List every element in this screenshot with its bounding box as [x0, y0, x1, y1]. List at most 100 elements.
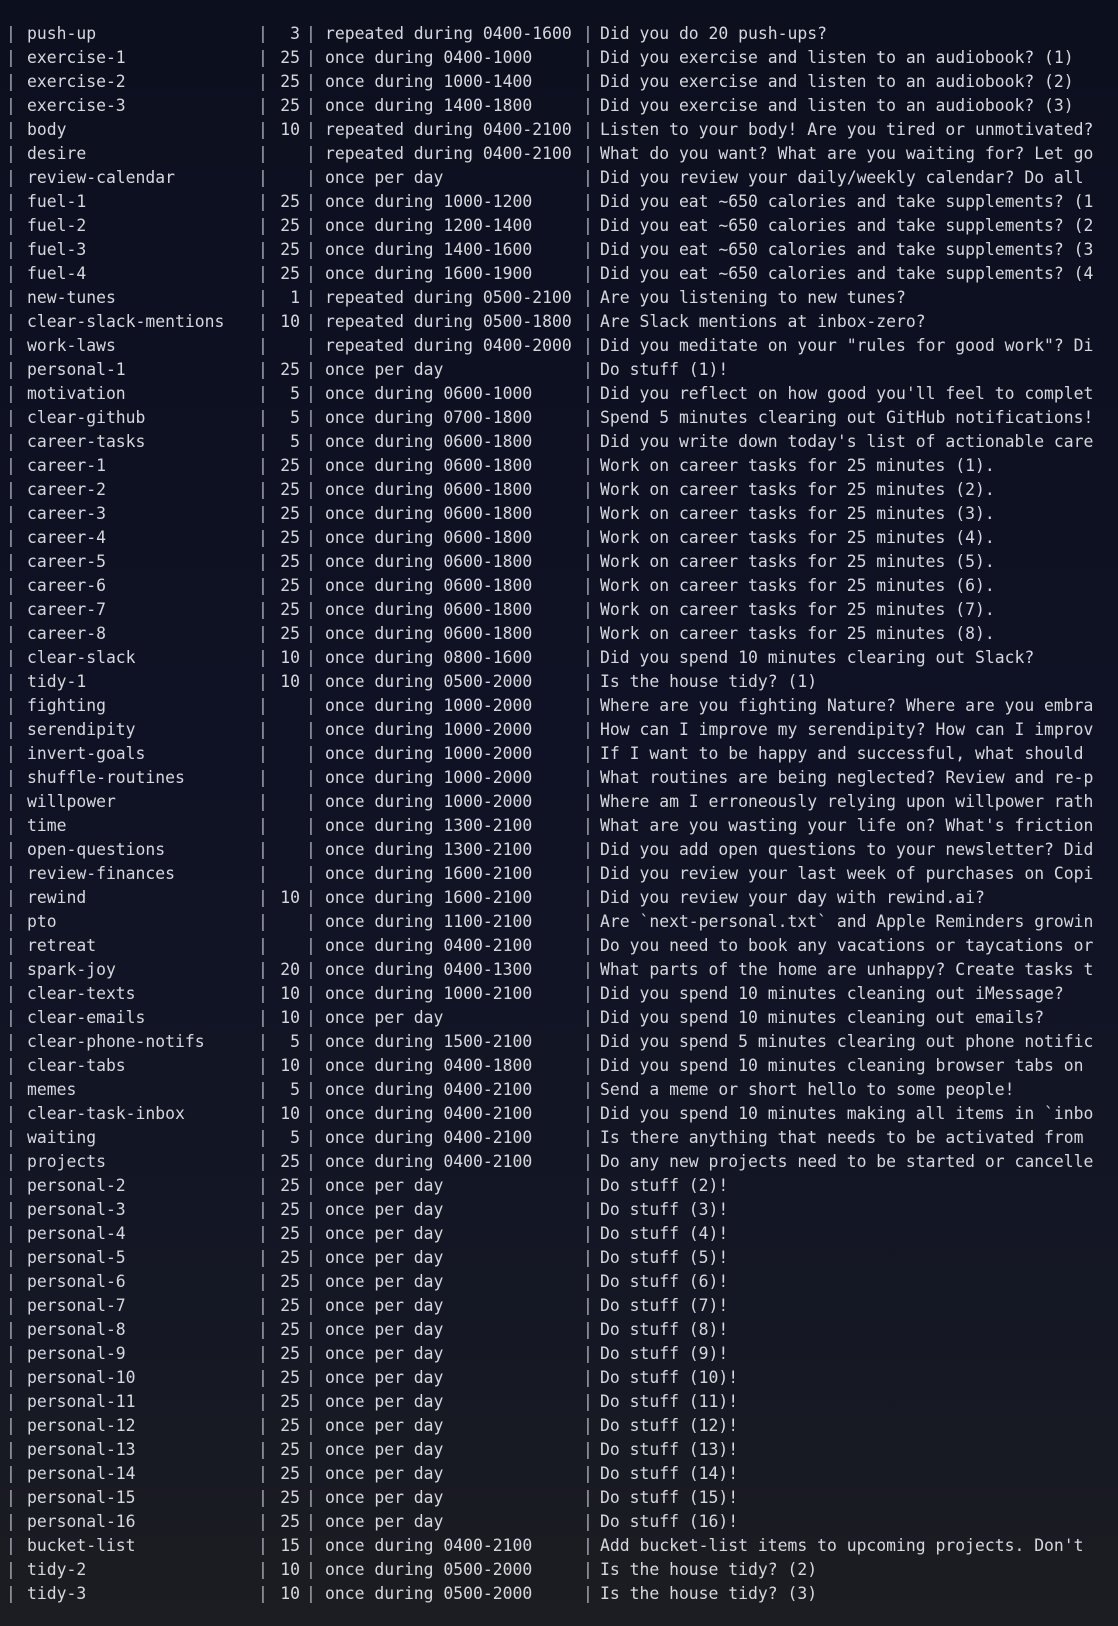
task-name: clear-emails [27, 1008, 146, 1027]
column-separator: | [306, 936, 316, 955]
task-points: 25 [280, 1392, 300, 1411]
task-prompt: What do you want? What are you waiting f… [600, 144, 1094, 163]
task-points: 10 [280, 1056, 300, 1075]
column-separator: | [6, 672, 16, 691]
task-points: 25 [280, 1152, 300, 1171]
column-separator: | [258, 1248, 268, 1267]
column-separator: | [306, 1176, 316, 1195]
task-prompt: Did you review your daily/weekly calenda… [600, 168, 1084, 187]
task-points [270, 934, 306, 958]
task-prompt: Do stuff (9)! [600, 1344, 729, 1363]
column-separator: | [306, 192, 316, 211]
table-row: | fuel-1 | 25 | once during 1000-1200 | … [0, 190, 1118, 214]
column-separator: | [306, 1248, 316, 1267]
task-prompt: Do stuff (12)! [600, 1416, 739, 1435]
task-points: 25 [280, 264, 300, 283]
task-points [270, 334, 306, 358]
task-schedule: once during 1000-1200 [325, 192, 533, 211]
table-row: | clear-tabs | 10 | once during 0400-180… [0, 1054, 1118, 1078]
task-points [270, 814, 306, 838]
task-prompt: Did you exercise and listen to an audiob… [600, 72, 1074, 91]
column-separator: | [258, 1344, 268, 1363]
column-separator: | [6, 264, 16, 283]
task-name: exercise-2 [27, 72, 126, 91]
task-points: 10 [280, 984, 300, 1003]
column-separator: | [6, 1416, 16, 1435]
task-points: 3 [290, 24, 300, 43]
task-name: personal-3 [27, 1200, 126, 1219]
task-name: personal-16 [27, 1512, 136, 1531]
column-separator: | [306, 240, 316, 259]
task-prompt: Do stuff (16)! [600, 1512, 739, 1531]
table-row: | retreat | | once during 0400-2100 | Do… [0, 934, 1118, 958]
task-schedule: repeated during 0400-2100 [325, 120, 572, 139]
column-separator: | [306, 1008, 316, 1027]
table-row: | career-5 | 25 | once during 0600-1800 … [0, 550, 1118, 574]
column-separator: | [6, 1104, 16, 1123]
column-separator: | [6, 864, 16, 883]
column-separator: | [258, 960, 268, 979]
task-name: review-finances [27, 864, 176, 883]
table-row: | personal-7 | 25 | once per day | Do st… [0, 1294, 1118, 1318]
column-separator: | [306, 288, 316, 307]
column-separator: | [6, 1056, 16, 1075]
task-schedule: once per day [325, 1440, 444, 1459]
task-prompt: Do stuff (8)! [600, 1320, 729, 1339]
column-separator: | [583, 1128, 593, 1147]
table-row: | memes | 5 | once during 0400-2100 | Se… [0, 1078, 1118, 1102]
column-separator: | [306, 816, 316, 835]
task-name: personal-4 [27, 1224, 126, 1243]
task-schedule: once during 0800-1600 [325, 648, 533, 667]
column-separator: | [583, 1056, 593, 1075]
table-row: | personal-1 | 25 | once per day | Do st… [0, 358, 1118, 382]
table-row: | personal-12 | 25 | once per day | Do s… [0, 1414, 1118, 1438]
task-points [270, 742, 306, 766]
column-separator: | [306, 1560, 316, 1579]
column-separator: | [6, 480, 16, 499]
table-row: | personal-2 | 25 | once per day | Do st… [0, 1174, 1118, 1198]
task-name: body [27, 120, 67, 139]
task-prompt: Do stuff (4)! [600, 1224, 729, 1243]
table-row: | push-up | 3 | repeated during 0400-160… [0, 22, 1118, 46]
table-row: | bucket-list | 15 | once during 0400-21… [0, 1534, 1118, 1558]
table-row: | clear-emails | 10 | once per day | Did… [0, 1006, 1118, 1030]
column-separator: | [258, 984, 268, 1003]
column-separator: | [583, 312, 593, 331]
task-schedule: once per day [325, 1272, 444, 1291]
task-prompt: Do stuff (1)! [600, 360, 729, 379]
column-separator: | [306, 1512, 316, 1531]
column-separator: | [6, 216, 16, 235]
column-separator: | [258, 1464, 268, 1483]
column-separator: | [583, 360, 593, 379]
column-separator: | [583, 888, 593, 907]
task-schedule: once during 1600-1900 [325, 264, 533, 283]
task-schedule: once during 1300-2100 [325, 816, 533, 835]
task-name: personal-13 [27, 1440, 136, 1459]
table-row: | clear-phone-notifs | 5 | once during 1… [0, 1030, 1118, 1054]
column-separator: | [583, 648, 593, 667]
task-points: 25 [280, 1416, 300, 1435]
column-separator: | [583, 1560, 593, 1579]
task-prompt: Did you review your last week of purchas… [600, 864, 1094, 883]
column-separator: | [583, 792, 593, 811]
column-separator: | [258, 648, 268, 667]
task-name: personal-2 [27, 1176, 126, 1195]
task-schedule: once during 0600-1000 [325, 384, 533, 403]
task-schedule: once per day [325, 1464, 444, 1483]
task-prompt: Did you eat ~650 calories and take suppl… [600, 192, 1094, 211]
task-name: open-questions [27, 840, 166, 859]
task-prompt: Did you reflect on how good you'll feel … [600, 384, 1094, 403]
task-points: 25 [280, 552, 300, 571]
task-schedule: once during 0500-2000 [325, 1560, 533, 1579]
table-row: | fuel-2 | 25 | once during 1200-1400 | … [0, 214, 1118, 238]
column-separator: | [6, 1320, 16, 1339]
column-separator: | [306, 408, 316, 427]
task-points: 25 [280, 456, 300, 475]
table-row: | clear-texts | 10 | once during 1000-21… [0, 982, 1118, 1006]
table-row: | clear-task-inbox | 10 | once during 04… [0, 1102, 1118, 1126]
table-row: | review-calendar | | once per day | Did… [0, 166, 1118, 190]
column-separator: | [583, 96, 593, 115]
column-separator: | [6, 1512, 16, 1531]
task-schedule: repeated during 0400-1600 [325, 24, 572, 43]
column-separator: | [306, 24, 316, 43]
